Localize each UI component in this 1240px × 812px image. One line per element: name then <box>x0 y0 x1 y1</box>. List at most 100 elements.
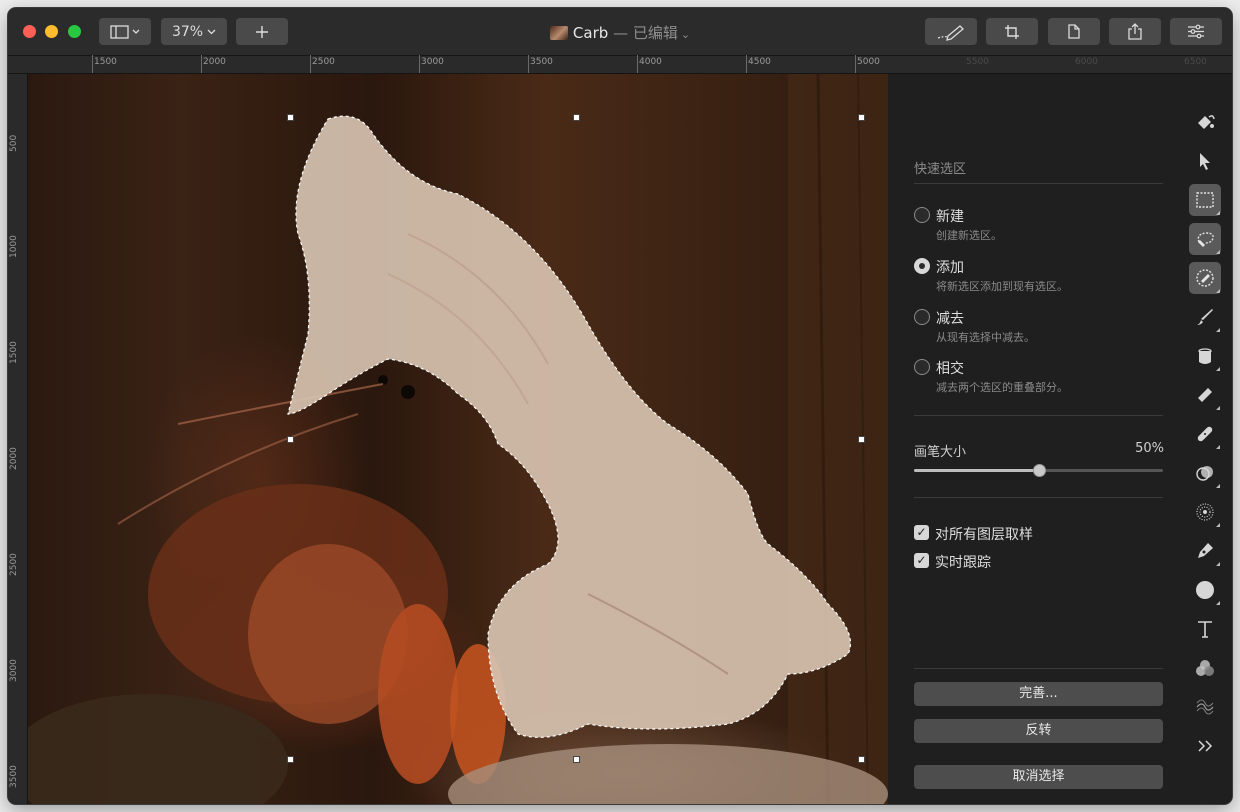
panel-divider <box>914 497 1163 498</box>
panel-divider <box>914 415 1163 416</box>
transform-handle[interactable] <box>858 756 865 763</box>
radio-button-selected[interactable] <box>914 258 930 274</box>
rect-select-icon[interactable] <box>1189 184 1221 216</box>
ruler-label: 2000 <box>9 447 19 470</box>
document-thumbnail <box>549 26 568 40</box>
sidebar-toggle-button[interactable] <box>99 18 151 45</box>
slider-thumb[interactable] <box>1032 464 1046 477</box>
ruler-label: 4000 <box>639 57 662 67</box>
markup-button[interactable] <box>925 18 977 45</box>
bandage-icon[interactable] <box>1189 418 1221 450</box>
pen-icon[interactable] <box>1189 535 1221 567</box>
magnetic-lasso-icon[interactable] <box>1189 223 1221 255</box>
paint-bucket-icon[interactable] <box>1189 106 1221 138</box>
brush-icon[interactable] <box>1189 301 1221 333</box>
ruler-label: 1000 <box>9 235 19 258</box>
sliders-icon <box>1187 24 1205 39</box>
option-description: 创建新选区。 <box>936 229 1002 242</box>
ruler-tick <box>528 55 529 73</box>
transform-handle[interactable] <box>287 756 294 763</box>
transform-handle[interactable] <box>858 114 865 121</box>
deselect-button[interactable]: 取消选择 <box>914 765 1163 789</box>
document-icon <box>1068 24 1080 39</box>
clone-icon[interactable] <box>1189 457 1221 489</box>
sidebar-icon <box>110 24 140 39</box>
brush-size-slider[interactable] <box>914 464 1163 477</box>
transform-handle[interactable] <box>287 436 294 443</box>
document-button[interactable] <box>1048 18 1100 45</box>
crop-button[interactable] <box>986 18 1038 45</box>
maximize-window-button[interactable] <box>68 25 81 38</box>
panel-divider <box>914 183 1163 184</box>
blur-icon[interactable] <box>1189 496 1221 528</box>
plus-icon <box>255 25 269 39</box>
ruler-label: 6500 <box>1184 57 1207 67</box>
vertical-ruler: 500 1000 1500 2000 2500 3000 3500 <box>8 74 28 804</box>
horizontal-ruler: 1500 2000 2500 3000 3500 4000 4500 5000 … <box>8 55 1232 74</box>
title-bar: 37% Carb — 已编辑 ⌄ <box>8 8 1232 56</box>
ruler-tick <box>419 55 420 73</box>
quick-selection-panel: 快速选区 新建 创建新选区。 添加 将新选区添加到现有选区。 减去 从现有选择中… <box>888 74 1178 804</box>
chevron-down-icon <box>207 29 216 35</box>
option-label: 新建 <box>936 209 964 225</box>
ruler-tick <box>637 55 638 73</box>
ruler-label: 3500 <box>9 765 19 788</box>
zoom-dropdown[interactable]: 37% <box>161 18 227 45</box>
share-button[interactable] <box>1109 18 1161 45</box>
slider-fill <box>914 469 1039 472</box>
radio-button[interactable] <box>914 309 930 325</box>
pen-stroke-icon <box>934 23 968 41</box>
brush-size-value: 50% <box>1135 441 1164 456</box>
option-label: 相交 <box>936 361 964 377</box>
option-description: 减去两个选区的重叠部分。 <box>936 381 1068 394</box>
add-button[interactable] <box>236 18 288 45</box>
arrow-pointer-icon[interactable] <box>1189 145 1221 177</box>
radio-button[interactable] <box>914 207 930 223</box>
color-adjust-icon[interactable] <box>1189 652 1221 684</box>
checkbox-checked[interactable]: ✓ <box>914 525 929 540</box>
eraser-icon[interactable] <box>1189 379 1221 411</box>
fill-bucket-icon[interactable] <box>1189 340 1221 372</box>
ruler-label: 2500 <box>9 553 19 576</box>
quick-selection-icon[interactable] <box>1189 262 1221 294</box>
ruler-label: 6000 <box>1075 57 1098 67</box>
ruler-tick <box>855 55 856 73</box>
panel-divider <box>914 668 1163 669</box>
ruler-label: 5000 <box>857 57 880 67</box>
photo-illustration <box>28 74 888 804</box>
shape-icon[interactable] <box>1189 574 1221 606</box>
ruler-tick <box>201 55 202 73</box>
text-icon[interactable] <box>1189 613 1221 645</box>
document-status: — 已编辑 <box>613 24 678 42</box>
ruler-label: 2000 <box>203 57 226 67</box>
adjustments-button[interactable] <box>1170 18 1222 45</box>
ruler-label: 1500 <box>9 341 19 364</box>
checkbox-label: 对所有图层取样 <box>935 527 1033 543</box>
ruler-label: 5500 <box>966 57 989 67</box>
checkbox-checked[interactable]: ✓ <box>914 553 929 568</box>
ruler-label: 1500 <box>94 57 117 67</box>
transform-handle[interactable] <box>573 114 580 121</box>
refine-button[interactable]: 完善... <box>914 682 1163 706</box>
ruler-label: 2500 <box>312 57 335 67</box>
panel-title: 快速选区 <box>914 162 967 177</box>
transform-handle[interactable] <box>573 756 580 763</box>
zoom-level: 37% <box>171 23 204 40</box>
distort-icon[interactable] <box>1189 691 1221 723</box>
option-label: 添加 <box>936 260 964 276</box>
ruler-label: 4500 <box>748 57 771 67</box>
brush-size-label: 画笔大小 <box>914 445 967 460</box>
option-description: 将新选区添加到现有选区。 <box>936 280 1068 293</box>
ruler-tick <box>746 55 747 73</box>
close-window-button[interactable] <box>23 25 36 38</box>
invert-button[interactable]: 反转 <box>914 719 1163 743</box>
transform-handle[interactable] <box>287 114 294 121</box>
option-description: 从现有选择中减去。 <box>936 331 1035 344</box>
title-caret-icon: ⌄ <box>680 28 691 41</box>
more-tools-icon[interactable] <box>1189 730 1221 762</box>
transform-handle[interactable] <box>858 436 865 443</box>
ruler-tick <box>92 55 93 73</box>
minimize-window-button[interactable] <box>45 25 58 38</box>
image-canvas[interactable] <box>28 74 888 804</box>
radio-button[interactable] <box>914 359 930 375</box>
